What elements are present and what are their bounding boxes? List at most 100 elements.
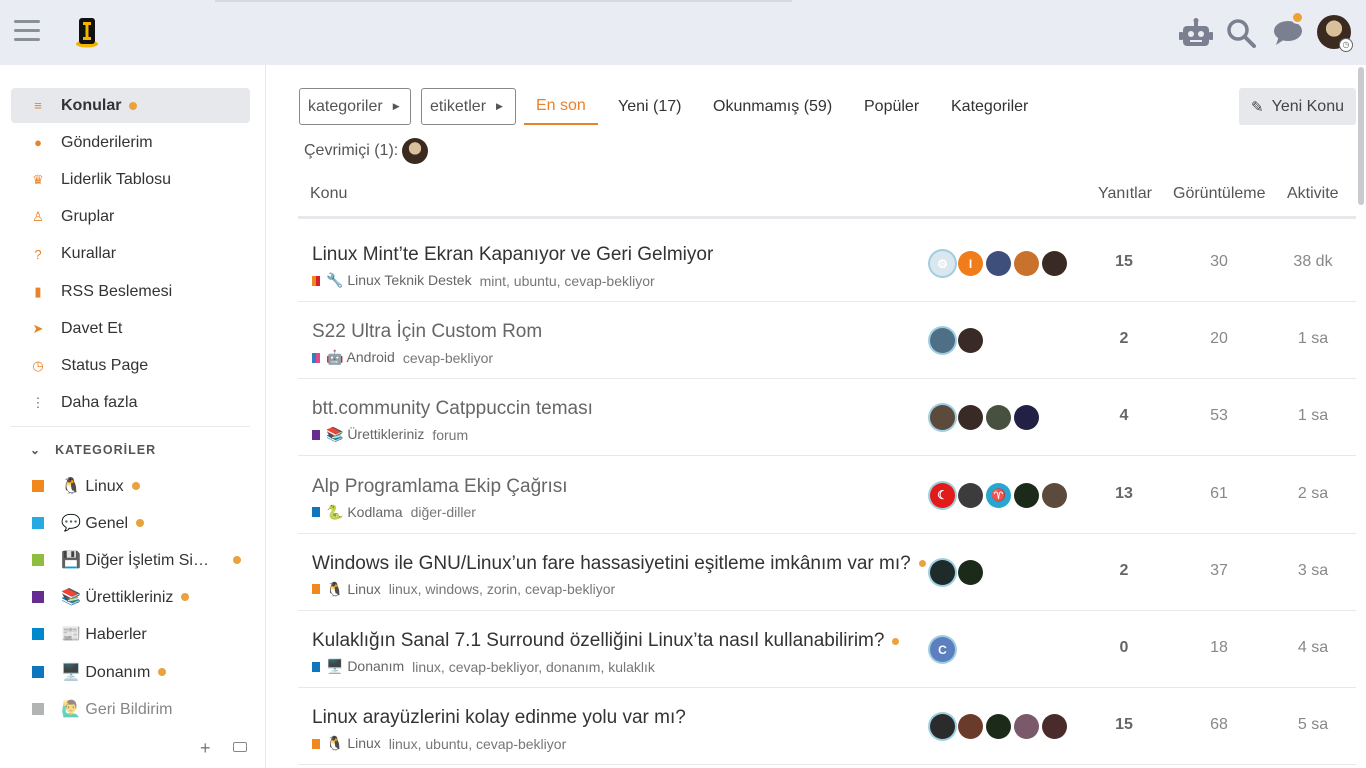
topic-tags[interactable]: mint, ubuntu, cevap-bekliyor <box>480 273 655 289</box>
topic-replies[interactable]: 2 <box>1088 562 1160 580</box>
topic-activity[interactable]: 5 sa <box>1278 716 1348 734</box>
topic-activity[interactable]: 1 sa <box>1278 330 1348 348</box>
tags-dropdown[interactable]: etiketler ▶ <box>421 88 516 125</box>
sidebar-item-5[interactable]: ▮ RSS Beslemesi <box>11 274 250 309</box>
topic-replies[interactable]: 0 <box>1088 639 1160 657</box>
topic-replies[interactable]: 4 <box>1088 407 1160 425</box>
site-logo[interactable] <box>74 16 100 48</box>
poster-avatar[interactable] <box>1014 251 1039 276</box>
sidebar-category-3[interactable]: 📚 Ürettikleriniz <box>11 580 250 615</box>
poster-avatar[interactable] <box>930 405 955 431</box>
topic-replies[interactable]: 13 <box>1088 485 1160 503</box>
sidebar-category-0[interactable]: 🐧 Linux <box>11 468 250 503</box>
poster-avatar[interactable] <box>1014 714 1039 740</box>
sidebar-category-6[interactable]: 🙋‍♂️ Geri Bildirim <box>11 691 250 726</box>
topic-activity[interactable]: 1 sa <box>1278 407 1348 425</box>
topic-activity[interactable]: 38 dk <box>1278 253 1348 271</box>
topic-title-link[interactable]: Kulaklığın Sanal 7.1 Surround özelliğini… <box>312 630 900 652</box>
poster-avatar[interactable] <box>1014 482 1039 508</box>
page-scrollbar[interactable] <box>1358 67 1364 205</box>
tab-latest[interactable]: En son <box>524 88 598 125</box>
poster-avatar[interactable]: ⚙ <box>930 251 955 276</box>
tab-new[interactable]: Yeni (17) <box>618 88 681 125</box>
poster-avatar[interactable]: I <box>958 251 983 276</box>
poster-avatar[interactable] <box>930 328 955 354</box>
caret-right-icon: ▶ <box>392 101 400 111</box>
poster-avatar[interactable] <box>986 714 1011 740</box>
categories-header[interactable]: ⌄ KATEGORİLER <box>30 443 156 457</box>
category-badge-swatch <box>312 275 320 286</box>
topic-category-link[interactable]: 🤖 Android <box>326 349 395 366</box>
sidebar-item-3[interactable]: ♙ Gruplar <box>11 200 250 235</box>
tab-top[interactable]: Popüler <box>864 88 919 125</box>
sidebar-item-0[interactable]: ≡ Konular <box>11 88 250 123</box>
sidebar-category-4[interactable]: 📰 Haberler <box>11 617 250 652</box>
sidebar-category-1[interactable]: 💬 Genel <box>11 505 250 540</box>
topic-replies[interactable]: 15 <box>1088 253 1160 271</box>
robot-icon[interactable] <box>1177 14 1215 52</box>
poster-avatar[interactable] <box>986 405 1011 431</box>
tab-unread[interactable]: Okunmamış (59) <box>713 88 832 125</box>
sidebar-item-1[interactable]: ● Gönderilerim <box>11 125 250 160</box>
sidebar-item-6[interactable]: ➤ Davet Et <box>11 311 250 346</box>
sidebar-category-2[interactable]: 💾 Diğer İşletim Si… <box>11 542 250 577</box>
topic-tags[interactable]: forum <box>432 427 468 443</box>
hamburger-menu-icon[interactable] <box>14 20 40 44</box>
topic-title-link[interactable]: Alp Programlama Ekip Çağrısı <box>312 476 568 498</box>
poster-avatar[interactable] <box>1014 405 1039 431</box>
header-replies[interactable]: Yanıtlar <box>1098 185 1152 203</box>
add-section-icon[interactable]: + <box>200 738 211 759</box>
poster-avatar[interactable]: ♈ <box>986 482 1011 508</box>
sidebar-item-4[interactable]: ? Kurallar <box>11 237 250 272</box>
topic-tags[interactable]: linux, windows, zorin, cevap-bekliyor <box>389 581 615 597</box>
topic-title-link[interactable]: S22 Ultra İçin Custom Rom <box>312 321 542 343</box>
topic-replies[interactable]: 2 <box>1088 330 1160 348</box>
header-topic[interactable]: Konu <box>310 185 347 203</box>
topic-title-link[interactable]: btt.community Catppuccin teması <box>312 398 593 420</box>
sidebar-item-2[interactable]: ♛ Liderlik Tablosu <box>11 162 250 197</box>
new-topic-button[interactable]: ✎ Yeni Konu <box>1239 88 1356 125</box>
poster-avatar[interactable] <box>986 251 1011 276</box>
topic-category-link[interactable]: 🖥️ Donanım <box>326 658 404 675</box>
sidebar-item-7[interactable]: ◷ Status Page <box>11 348 250 383</box>
online-user-avatar[interactable] <box>402 138 429 164</box>
topic-category-link[interactable]: 🐍 Kodlama <box>326 504 403 521</box>
search-icon[interactable] <box>1222 14 1260 52</box>
poster-avatar[interactable]: ☾ <box>930 482 955 508</box>
poster-avatar[interactable] <box>1042 251 1067 276</box>
topic-title-link[interactable]: Linux Mint’te Ekran Kapanıyor ve Geri Ge… <box>312 244 713 266</box>
poster-avatar[interactable]: C <box>930 637 955 662</box>
sidebar-item-8[interactable]: ⋮ Daha fazla <box>11 386 250 421</box>
poster-avatar[interactable] <box>958 559 983 585</box>
poster-avatar[interactable] <box>930 714 955 740</box>
poster-avatar[interactable] <box>930 559 955 585</box>
topic-activity[interactable]: 2 sa <box>1278 485 1348 503</box>
topic-meta: 🖥️ Donanım linux, cevap-bekliyor, donanım… <box>312 658 655 675</box>
sidebar-category-5[interactable]: 🖥️ Donanım <box>11 654 250 689</box>
topic-category-link[interactable]: 🐧 Linux <box>326 735 381 752</box>
header-activity[interactable]: Aktivite <box>1287 185 1339 203</box>
topic-tags[interactable]: cevap-bekliyor <box>403 350 493 366</box>
header-views[interactable]: Görüntüleme <box>1173 185 1266 203</box>
topic-tags[interactable]: linux, ubuntu, cevap-bekliyor <box>389 736 566 752</box>
keyboard-shortcuts-icon[interactable] <box>233 742 247 752</box>
tab-categories[interactable]: Kategoriler <box>951 88 1028 125</box>
topic-title-link[interactable]: Windows ile GNU/Linux’un fare hassasiyet… <box>312 553 926 575</box>
topic-category-link[interactable]: 📚 Ürettikleriniz <box>326 426 424 443</box>
topic-replies[interactable]: 15 <box>1088 716 1160 734</box>
topic-tags[interactable]: diğer-diller <box>411 504 476 520</box>
categories-dropdown[interactable]: kategoriler ▶ <box>299 88 411 125</box>
category-label: 🐧 Linux <box>61 477 124 495</box>
topic-activity[interactable]: 4 sa <box>1278 639 1348 657</box>
topic-category-link[interactable]: 🔧 Linux Teknik Destek <box>326 272 472 289</box>
poster-avatar[interactable] <box>958 328 983 354</box>
poster-avatar[interactable] <box>1042 714 1067 740</box>
poster-avatar[interactable] <box>958 714 983 740</box>
topic-tags[interactable]: linux, cevap-bekliyor, donanım, kulaklık <box>412 659 655 675</box>
poster-avatar[interactable] <box>1042 482 1067 508</box>
poster-avatar[interactable] <box>958 482 983 508</box>
topic-category-link[interactable]: 🐧 Linux <box>326 581 381 598</box>
topic-activity[interactable]: 3 sa <box>1278 562 1348 580</box>
topic-title-link[interactable]: Linux arayüzlerini kolay edinme yolu var… <box>312 707 686 729</box>
poster-avatar[interactable] <box>958 405 983 431</box>
